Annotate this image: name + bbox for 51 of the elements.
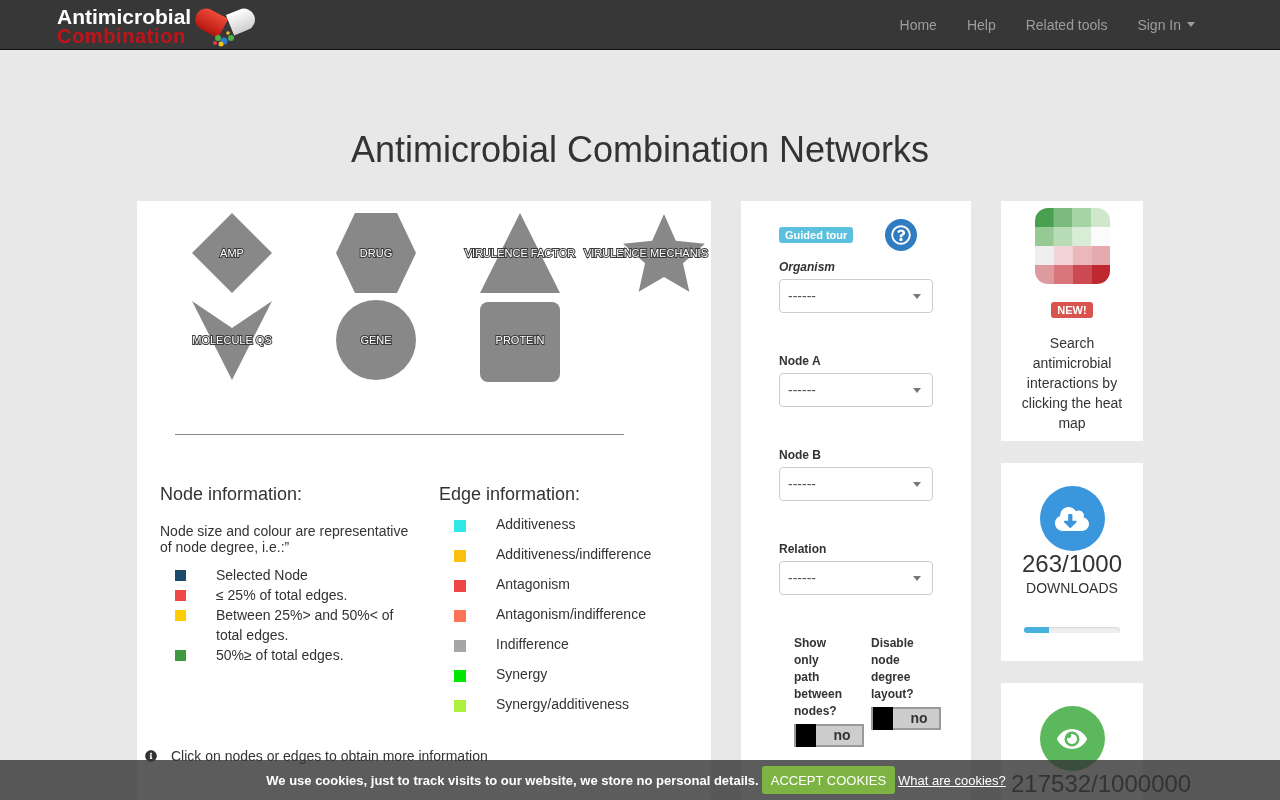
edge-info-heading: Edge information: (439, 484, 582, 504)
field-label: Node A (779, 353, 821, 370)
toggle-switch[interactable]: no (794, 724, 864, 747)
heatmap-icon[interactable] (1034, 208, 1110, 284)
node-label: AMP (220, 247, 244, 259)
help-icon (891, 225, 912, 245)
legend-label: Synergy (496, 666, 548, 682)
toggle-label: Show only path between nodes? (794, 635, 843, 720)
caret-icon (913, 293, 921, 299)
cookie-message: We use cookies, just to track visits to our website, we store no personal details. (266, 772, 759, 788)
legend-label: 50%≥ of total edges. (216, 646, 344, 665)
caret-icon (913, 575, 921, 581)
download-count: 263/1000 (1021, 551, 1123, 577)
node-label: GENE (360, 334, 392, 346)
legend-label: ≤ 25% of total edges. (216, 586, 348, 605)
nav-dropdown[interactable]: Sign In (1122, 0, 1210, 50)
node-label: DRUG (359, 247, 393, 259)
node-info-heading: Node information: (160, 484, 304, 504)
help-button[interactable] (885, 219, 918, 251)
legend-label: Additiveness (496, 516, 576, 532)
caret-icon (913, 481, 921, 487)
heatmap-description: Search antimicrobial interactions by clicking the heat map (1020, 334, 1124, 433)
field-label: Organism (779, 259, 835, 276)
field-label: Relation (779, 541, 827, 558)
legend-label: Selected Node (216, 566, 308, 585)
select-field[interactable]: ------ (779, 373, 933, 407)
page-title: Antimicrobial Combination Networks (349, 130, 931, 170)
field-label: Node B (779, 447, 821, 464)
select-field[interactable]: ------ (779, 561, 933, 595)
nav-link[interactable]: Related tools (1010, 0, 1123, 50)
legend-label: Synergy/additiveness (496, 696, 630, 712)
legend-label: Additiveness/indifference (496, 546, 652, 562)
hint-text: Click on nodes or edges to obtain more information (171, 747, 488, 766)
nav-link[interactable]: Home (884, 0, 952, 50)
nav-link[interactable]: Help (951, 0, 1011, 50)
toggle-switch[interactable]: no (871, 707, 941, 730)
node-info-description: Node size and colour are representative of node degree, i.e.:” (160, 523, 410, 555)
caret-icon (913, 387, 921, 393)
logo-title[interactable]: Antimicrobial (57, 5, 192, 27)
node-label: PROTEIN (495, 334, 545, 346)
legend-label: Antagonism/indifference (496, 606, 646, 622)
legend-label: Antagonism (496, 576, 570, 592)
download-label: DOWNLOADS (1026, 579, 1118, 598)
select-field[interactable]: ------ (779, 467, 933, 501)
legend-label: Between 25%> and 50%< of total edges. (216, 606, 395, 645)
caret-icon (1187, 22, 1195, 27)
toggle-label: Disable node degree layout? (871, 635, 915, 703)
new-badge: NEW! (1051, 302, 1093, 318)
select-field[interactable]: ------ (779, 279, 933, 313)
legend-label: Indifference (496, 636, 569, 652)
cookies-info-link[interactable]: What are cookies? (898, 772, 1006, 788)
